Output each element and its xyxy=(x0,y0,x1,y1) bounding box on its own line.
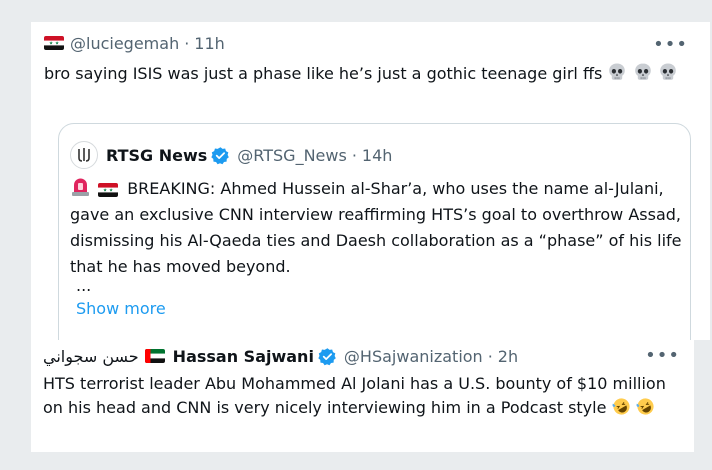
rtsg-logo-icon xyxy=(78,148,90,162)
rotating-light-emoji-icon xyxy=(72,178,89,196)
author-name[interactable]: RTSG News xyxy=(106,146,207,165)
tweet-body: HTS terrorist leader Abu Mohammed Al Jol… xyxy=(43,372,673,420)
show-more-link[interactable]: Show more xyxy=(76,299,166,318)
tweet-header: ★ ★ @luciegemah · 11h xyxy=(44,32,225,54)
rofl-emoji-icon xyxy=(636,398,654,415)
svg-text:★: ★ xyxy=(103,187,107,193)
rofl-emoji-icon xyxy=(612,398,630,415)
skull-emoji-icon xyxy=(634,63,651,80)
tweet-header: حسن سجواني Hassan Sajwani @HSajwanizatio… xyxy=(43,344,518,368)
syria-flag-icon: ★ ★ xyxy=(98,182,119,197)
author-handle[interactable]: @HSajwanization xyxy=(344,347,483,366)
author-handle[interactable]: @luciegemah xyxy=(70,34,179,53)
syria-flag-icon: ★ ★ xyxy=(44,36,64,50)
tweet-text: HTS terrorist leader Abu Mohammed Al Jol… xyxy=(43,374,666,417)
separator-dot: · xyxy=(351,145,357,165)
quoted-tweet-header: RTSG News @RTSG_News · 14h xyxy=(70,141,393,169)
svg-text:★: ★ xyxy=(49,41,53,47)
skull-emoji-icon xyxy=(609,63,626,80)
more-options-icon[interactable]: ••• xyxy=(645,345,680,366)
tweet-card-luciegemah[interactable]: ★ ★ @luciegemah · 11h ••• bro saying ISI… xyxy=(31,22,710,340)
verified-badge-icon xyxy=(318,347,336,365)
avatar[interactable] xyxy=(70,141,98,169)
skull-emoji-icon xyxy=(659,63,676,80)
timestamp[interactable]: 14h xyxy=(362,146,393,165)
truncation-ellipsis: ... xyxy=(76,276,92,295)
separator-dot: · xyxy=(487,346,493,366)
uae-flag-icon xyxy=(144,349,165,363)
svg-text:★: ★ xyxy=(109,187,113,193)
quoted-tweet-body: ★ ★ BREAKING: Ahmed Hussein al-Shar’a, w… xyxy=(70,176,685,280)
timestamp[interactable]: 2h xyxy=(498,347,518,366)
quoted-tweet[interactable]: RTSG News @RTSG_News · 14h ★ ★ BREAKING:… xyxy=(58,123,691,340)
svg-text:★: ★ xyxy=(55,41,59,47)
more-options-icon[interactable]: ••• xyxy=(653,34,688,55)
verified-badge-icon xyxy=(211,146,230,164)
timestamp[interactable]: 11h xyxy=(194,34,225,53)
tweet-body: bro saying ISIS was just a phase like he… xyxy=(44,60,680,88)
author-arabic-name[interactable]: حسن سجواني xyxy=(43,347,139,366)
author-handle[interactable]: @RTSG_News xyxy=(237,146,347,165)
author-name[interactable]: Hassan Sajwani xyxy=(173,347,314,366)
tweet-card-hassan-sajwani[interactable]: حسن سجواني Hassan Sajwani @HSajwanizatio… xyxy=(31,340,694,452)
separator-dot: · xyxy=(184,33,190,53)
quoted-tweet-text: BREAKING: Ahmed Hussein al-Shar’a, who u… xyxy=(70,179,682,276)
tweet-text: bro saying ISIS was just a phase like he… xyxy=(44,64,603,83)
